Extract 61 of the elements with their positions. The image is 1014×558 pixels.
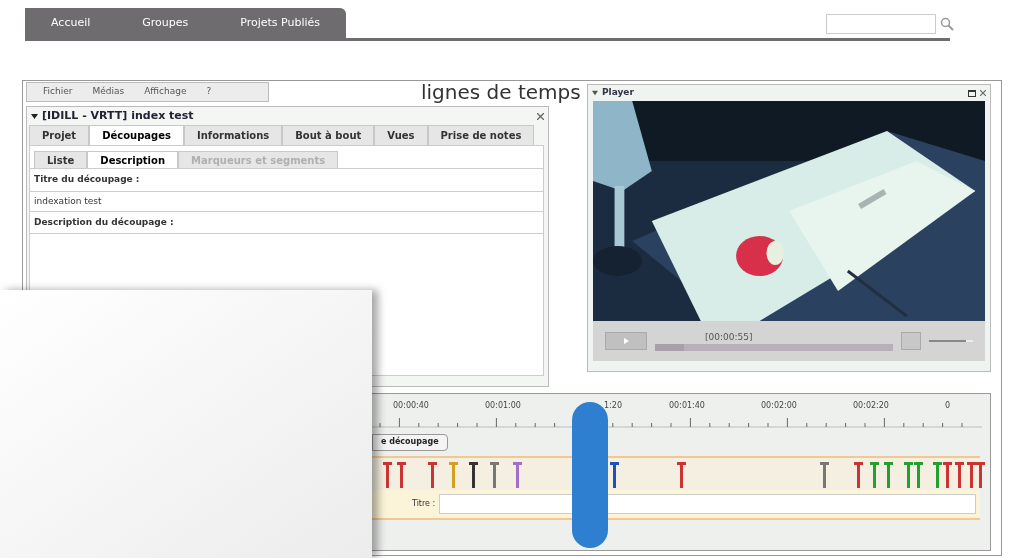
marker-icon[interactable]	[383, 462, 393, 488]
marker-icon[interactable]	[676, 462, 686, 488]
tick-label: 00:01:40	[669, 400, 706, 412]
tick-label: 00:02:00	[761, 400, 798, 412]
text-field[interactable]: indexation test	[30, 190, 543, 211]
marker-icon[interactable]	[512, 462, 522, 488]
tab[interactable]: Prise de notes	[427, 125, 535, 145]
marker-icon[interactable]	[967, 462, 977, 488]
marker-icon[interactable]	[904, 462, 914, 488]
nav-tab[interactable]: Accueil	[25, 8, 117, 38]
panel-title: Player	[602, 86, 634, 100]
close-icon[interactable]	[537, 112, 544, 120]
tick-label: 00:00:40	[393, 400, 430, 412]
menu-item[interactable]: ?	[206, 85, 212, 99]
nav-tab[interactable]: Groupes	[116, 8, 215, 38]
marker-icon[interactable]	[610, 462, 620, 488]
tick-label: 00:02:20	[853, 400, 890, 412]
menu-item[interactable]: Fichier	[43, 85, 73, 99]
marker-icon[interactable]	[448, 462, 458, 488]
maximize-icon[interactable]	[968, 89, 976, 97]
nav-tab[interactable]: Projets Publiés	[214, 8, 347, 38]
marker-icon[interactable]	[468, 462, 478, 488]
marker-icon[interactable]	[943, 462, 953, 488]
marker-icon[interactable]	[870, 462, 880, 488]
close-icon[interactable]	[980, 90, 986, 96]
field-label: Titre :	[412, 498, 436, 510]
field-label: Description du découpage :	[30, 210, 543, 233]
marker-icon[interactable]	[396, 462, 406, 488]
collapse-icon[interactable]	[31, 112, 38, 120]
title-field[interactable]	[439, 494, 976, 514]
menu-item[interactable]: Médias	[92, 85, 125, 99]
marker-icon[interactable]	[933, 462, 943, 488]
marker-icon[interactable]	[913, 462, 923, 488]
field-label: Titre du découpage :	[30, 168, 543, 191]
marker-icon[interactable]	[883, 462, 893, 488]
collapse-icon[interactable]	[592, 90, 598, 96]
page-heading: lignes de temps	[421, 81, 581, 103]
progress-track[interactable]	[655, 343, 893, 351]
menu-item[interactable]: Affichage	[144, 85, 187, 99]
marker-icon[interactable]	[975, 462, 985, 488]
tab[interactable]: Projet	[29, 125, 90, 145]
tab[interactable]: Découpages	[89, 125, 184, 145]
play-icon	[623, 338, 629, 344]
tick-label: 0	[945, 400, 952, 412]
tab[interactable]: Description	[87, 151, 178, 168]
marker-icon[interactable]	[819, 462, 829, 488]
tick-label: 00:01:00	[485, 400, 522, 412]
time-code: [00:00:55]	[705, 331, 754, 342]
tab[interactable]: Bout à bout	[282, 125, 375, 145]
tab[interactable]: Vues	[374, 125, 428, 145]
new-cut-button[interactable]: e découpage	[372, 433, 448, 451]
tab[interactable]: Informations	[183, 125, 283, 145]
marker-icon[interactable]	[954, 462, 964, 488]
panel-title: [IDILL - VRTT] index test	[42, 107, 194, 124]
marker-icon[interactable]	[490, 462, 500, 488]
tick-label: 1:20	[603, 400, 622, 412]
marker-icon[interactable]	[428, 462, 438, 488]
search-icon[interactable]	[940, 17, 954, 31]
tab[interactable]: Liste	[34, 151, 88, 168]
marker-icon[interactable]	[853, 462, 863, 488]
search-field[interactable]	[826, 14, 936, 34]
